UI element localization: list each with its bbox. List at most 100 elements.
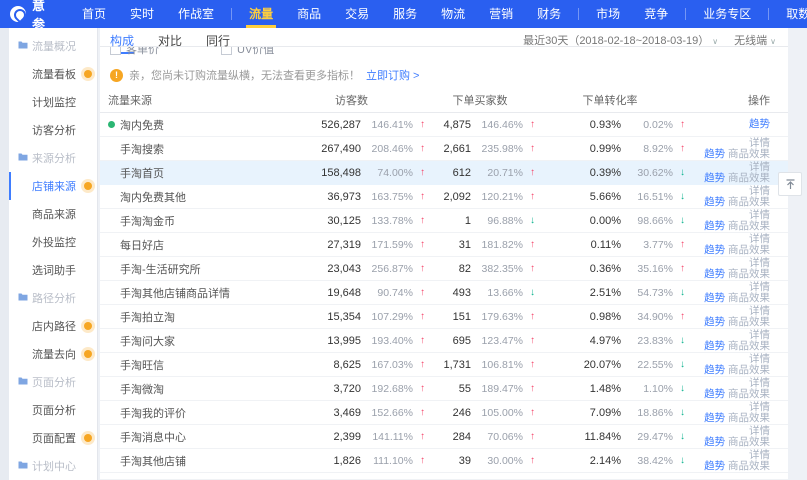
sidebar-item-页面配置[interactable]: 页面配置 <box>9 424 97 452</box>
chevron-down-icon: ∨ <box>712 37 718 46</box>
subscribe-now-link[interactable]: 立即订购 > <box>366 67 419 83</box>
conversion-value: 5.66% <box>535 191 621 203</box>
main-area: 构成对比同行 最近30天（2018-02-18~2018-03-19）∨ 无线端… <box>98 28 807 480</box>
nav-item-业务专区[interactable]: 业务专区 <box>691 0 763 28</box>
buyers-value: 246 <box>425 407 471 419</box>
actions-cell: 详情趋势 商品效果 <box>685 186 770 208</box>
nav-item-财务[interactable]: 财务 <box>525 0 573 28</box>
date-range-picker[interactable]: 最近30天（2018-02-18~2018-03-19）∨ <box>523 32 718 48</box>
trend-link[interactable]: 趋势 <box>704 172 725 184</box>
product-effect-link[interactable]: 商品效果 <box>728 292 770 304</box>
product-effect-link[interactable]: 商品效果 <box>728 364 770 376</box>
sidebar-group-label: 计划中心 <box>32 458 76 474</box>
arrow-down-icon: ↓ <box>673 407 685 418</box>
product-effect-link[interactable]: 商品效果 <box>728 196 770 208</box>
trend-link[interactable]: 趋势 <box>704 244 725 256</box>
buyers-value: 31 <box>425 239 471 251</box>
visitors: 27,319171.59%↑ <box>278 239 425 251</box>
nav-item-竞争[interactable]: 竞争 <box>632 0 680 28</box>
trend-link[interactable]: 趋势 <box>704 196 725 208</box>
product-effect-link[interactable]: 商品效果 <box>728 460 770 472</box>
back-to-top-button[interactable] <box>778 172 802 196</box>
nav-item-首页[interactable]: 首页 <box>70 0 118 28</box>
visitors-value: 36,973 <box>278 191 361 203</box>
product-effect-link[interactable]: 商品效果 <box>728 316 770 328</box>
product-effect-link[interactable]: 商品效果 <box>728 148 770 160</box>
device-picker[interactable]: 无线端∨ <box>734 32 776 48</box>
source-name-cell: 手淘旺信 <box>108 357 278 373</box>
trend-link[interactable]: 趋势 <box>704 220 725 232</box>
visitors: 3,469152.66%↑ <box>278 407 425 419</box>
trend-link[interactable]: 趋势 <box>704 412 725 424</box>
product-effect-link[interactable]: 商品效果 <box>728 412 770 424</box>
arrow-up-icon: ↑ <box>413 407 425 418</box>
visitors-change: 146.41% <box>361 119 413 131</box>
product-effect-link[interactable]: 商品效果 <box>728 436 770 448</box>
product-effect-link[interactable]: 商品效果 <box>728 388 770 400</box>
arrow-up-icon: ↑ <box>523 311 535 322</box>
nav-item-取数[interactable]: 取数 <box>774 0 807 28</box>
new-badge-dot <box>84 434 92 442</box>
sidebar-item-商品来源[interactable]: 商品来源 <box>9 200 97 228</box>
visitors-change: 133.78% <box>361 215 413 227</box>
buyers-change: 189.47% <box>471 383 523 395</box>
product-effect-link[interactable]: 商品效果 <box>728 220 770 232</box>
buyers: 1,731106.81%↑ <box>425 359 535 371</box>
col-visitors: 访客数 <box>278 92 425 108</box>
nav-item-市场[interactable]: 市场 <box>584 0 632 28</box>
sidebar-item-计划监控[interactable]: 计划监控 <box>9 88 97 116</box>
trend-link[interactable]: 趋势 <box>704 364 725 376</box>
product-effect-link[interactable]: 商品效果 <box>728 340 770 352</box>
conversion: 4.97%23.83%↓ <box>535 335 685 347</box>
nav-item-服务[interactable]: 服务 <box>381 0 429 28</box>
sidebar-item-店内路径[interactable]: 店内路径 <box>9 312 97 340</box>
trend-link[interactable]: 趋势 <box>704 436 725 448</box>
chevron-down-icon: ∨ <box>770 37 776 46</box>
table-row: 淘内免费526,287146.41%↑4,875146.46%↑0.93%0.0… <box>100 113 788 137</box>
arrow-up-icon: ↑ <box>413 383 425 394</box>
sidebar-item-流量看板[interactable]: 流量看板 <box>9 60 97 88</box>
trend-link[interactable]: 趋势 <box>704 316 725 328</box>
nav-item-作战室[interactable]: 作战室 <box>166 0 226 28</box>
nav-item-交易[interactable]: 交易 <box>333 0 381 28</box>
trend-link[interactable]: 趋势 <box>704 292 725 304</box>
nav-item-实时[interactable]: 实时 <box>118 0 166 28</box>
product-effect-link[interactable]: 商品效果 <box>728 172 770 184</box>
visitors-change: 163.75% <box>361 191 413 203</box>
table-row: 手淘首页158,49874.00%↑61220.71%↑0.39%30.62%↓… <box>100 161 788 185</box>
sidebar-item-选词助手[interactable]: 选词助手 <box>9 256 97 284</box>
trend-link[interactable]: 趋势 <box>704 268 725 280</box>
trend-link[interactable]: 趋势 <box>704 388 725 400</box>
sidebar-item-外投监控[interactable]: 外投监控 <box>9 228 97 256</box>
sidebar-item-访客分析[interactable]: 访客分析 <box>9 116 97 144</box>
conversion-value: 4.97% <box>535 335 621 347</box>
trend-link[interactable]: 趋势 <box>704 460 725 472</box>
col-conversion: 下单转化率 <box>535 92 685 108</box>
visitors-change: 256.87% <box>361 263 413 275</box>
sidebar-item-流量去向[interactable]: 流量去向 <box>9 340 97 368</box>
sidebar-item-页面分析[interactable]: 页面分析 <box>9 396 97 424</box>
product-effect-link[interactable]: 商品效果 <box>728 268 770 280</box>
metric-checkbox-UV价值[interactable]: UV价值 <box>221 47 274 57</box>
trend-link[interactable]: 趋势 <box>704 340 725 352</box>
nav-item-物流[interactable]: 物流 <box>429 0 477 28</box>
nav-item-商品[interactable]: 商品 <box>285 0 333 28</box>
trend-link[interactable]: 趋势 <box>704 148 725 160</box>
nav-item-流量[interactable]: 流量 <box>237 0 285 28</box>
conversion-change: 34.90% <box>621 311 673 323</box>
conversion-change: 8.92% <box>621 143 673 155</box>
nav-separator <box>685 8 686 20</box>
metric-checkbox-客单价[interactable]: 客单价 <box>110 47 159 57</box>
visitors-value: 3,469 <box>278 407 361 419</box>
trend-link[interactable]: 趋势 <box>749 118 770 130</box>
sidebar-item-店铺来源[interactable]: 店铺来源 <box>9 172 97 200</box>
visitors-change: 107.29% <box>361 311 413 323</box>
nav-item-营销[interactable]: 营销 <box>477 0 525 28</box>
visitors-value: 526,287 <box>278 119 361 131</box>
sidebar-scroll-strip[interactable] <box>0 28 9 480</box>
actions-cell: 详情趋势 商品效果 <box>685 306 770 328</box>
product-effect-link[interactable]: 商品效果 <box>728 244 770 256</box>
conversion-change: 16.51% <box>621 191 673 203</box>
new-badge-dot <box>84 70 92 78</box>
visitors-value: 8,625 <box>278 359 361 371</box>
